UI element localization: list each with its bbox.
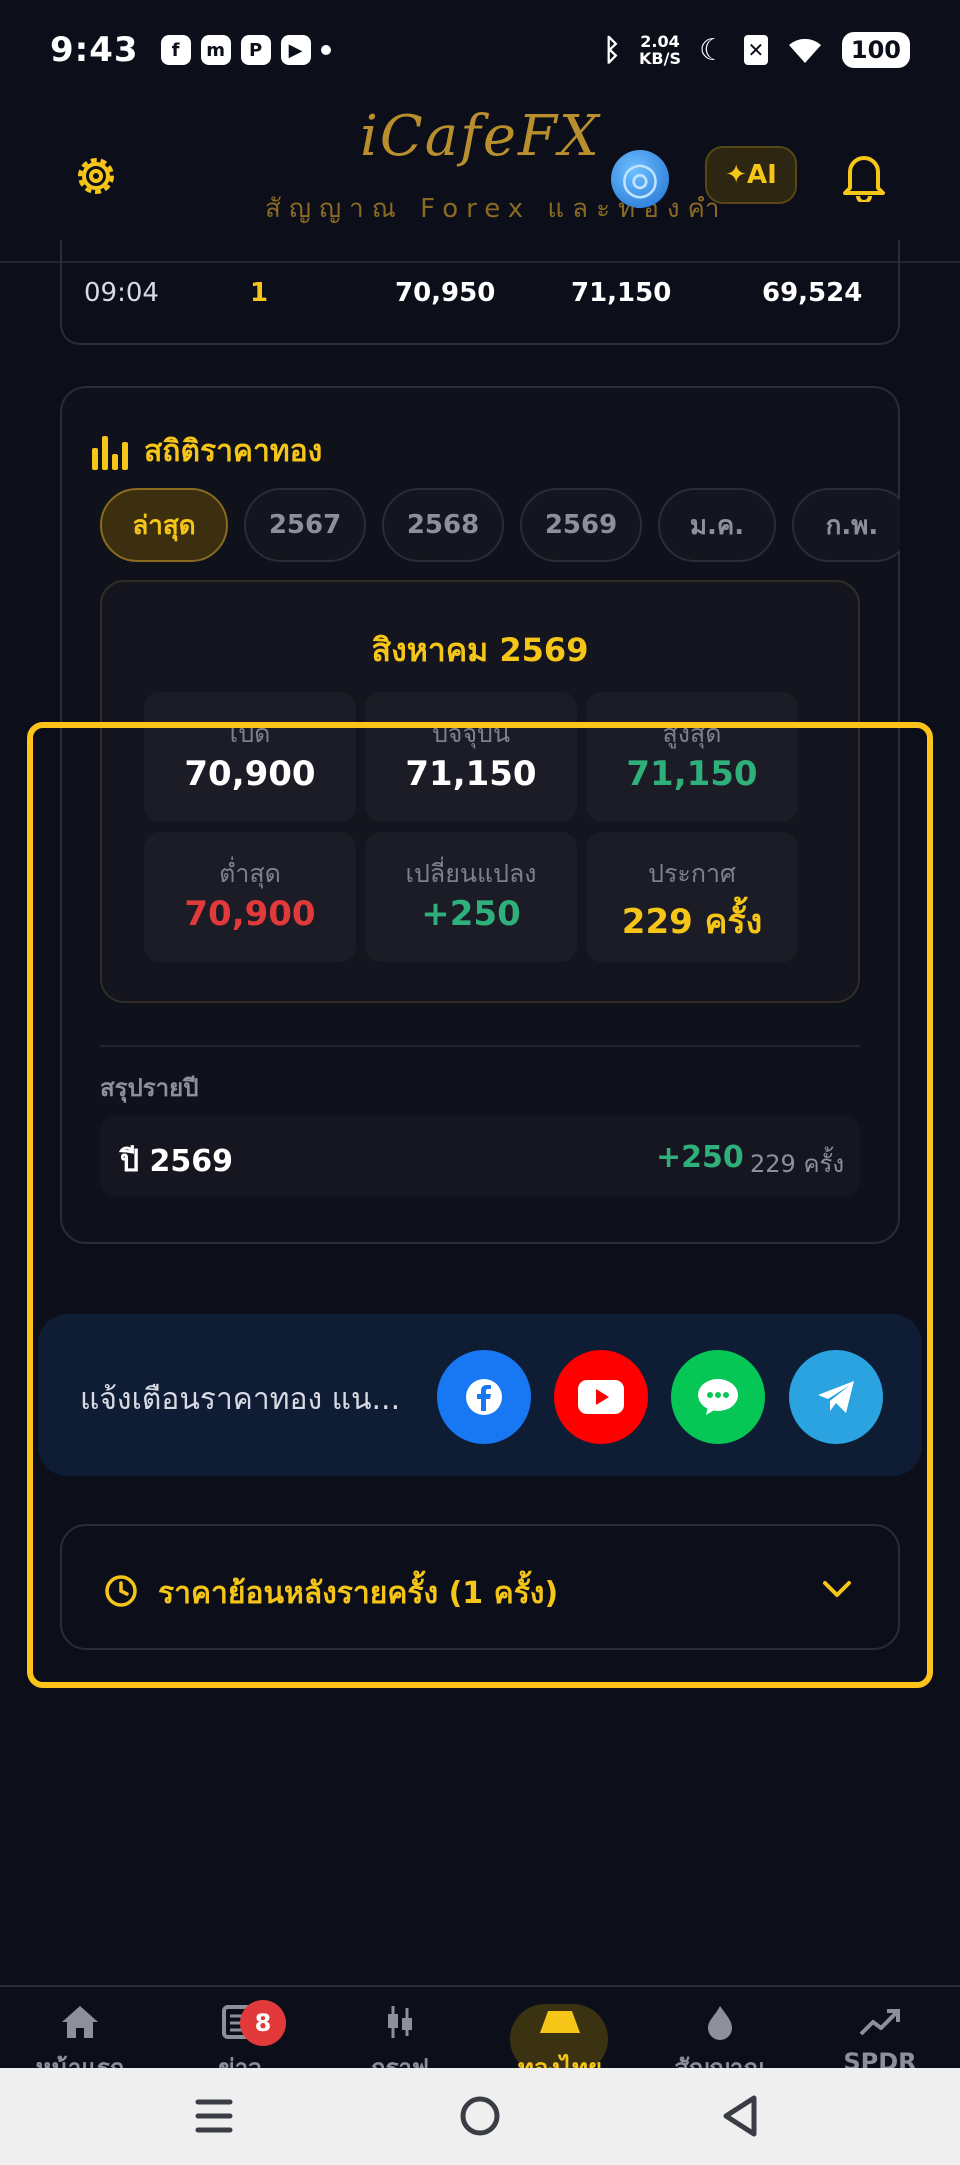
- network-speed: 2.04 KB/S: [639, 33, 681, 67]
- no-sim-icon: ✕: [743, 35, 768, 65]
- back-nav-icon[interactable]: [712, 2090, 772, 2142]
- stats-title-text: สถิติราคาทอง: [144, 434, 323, 469]
- highlight-frame: [27, 722, 933, 1688]
- language-globe-icon[interactable]: ◎: [611, 150, 669, 208]
- row-time: 09:04: [84, 278, 159, 308]
- notification-icons: f m P ▶: [160, 35, 331, 65]
- row-value-3: 69,524: [762, 278, 863, 308]
- wifi-icon: [788, 38, 821, 63]
- chip-feb[interactable]: ก.พ.: [792, 488, 900, 562]
- chip-2568[interactable]: 2568: [382, 488, 504, 562]
- messenger-icon: m: [200, 35, 231, 65]
- row-count: 1: [250, 278, 269, 308]
- month-title: สิงหาคม 2569: [371, 631, 589, 669]
- chip-2567[interactable]: 2567: [244, 488, 366, 562]
- status-time: 9:43: [50, 30, 139, 70]
- trend-up-icon: [859, 2009, 900, 2036]
- ai-button[interactable]: ✦AI: [705, 146, 797, 204]
- bar-chart-icon: [92, 434, 128, 470]
- flame-icon: [708, 2006, 732, 2040]
- status-right: ᛒ 2.04 KB/S ☾ ✕ 100: [603, 32, 910, 68]
- price-history-table-card: 09:04 1 70,950 71,150 69,524: [60, 240, 900, 345]
- gold-bar-icon: [540, 2011, 580, 2033]
- app-screen: 9:43 f m P ▶ ᛒ 2.04 KB/S ☾ ✕ 100 iCafeFX: [0, 0, 960, 2165]
- battery-indicator: 100: [841, 32, 910, 68]
- row-value-2: 71,150: [571, 278, 672, 308]
- app-header: iCafeFX สัญญาณ Forex และทองคำ ◎ ✦AI: [0, 100, 960, 263]
- moon-icon: ☾: [698, 32, 726, 68]
- chip-jan[interactable]: ม.ค.: [658, 488, 776, 562]
- home-icon: [62, 2006, 98, 2038]
- chip-latest[interactable]: ล่าสุด: [100, 488, 228, 562]
- more-dot-icon: [320, 45, 331, 55]
- bluetooth-icon: ᛒ: [603, 32, 622, 68]
- app-logo: iCafeFX: [360, 104, 601, 169]
- settings-gear-icon[interactable]: [72, 152, 120, 200]
- stats-title: สถิติราคาทอง: [92, 428, 322, 475]
- youtube-icon: ▶: [280, 35, 311, 65]
- notification-bell-icon[interactable]: [840, 148, 888, 202]
- home-nav-icon[interactable]: [450, 2090, 510, 2142]
- recent-apps-icon[interactable]: [184, 2090, 244, 2142]
- period-chips: ล่าสุด 2567 2568 2569 ม.ค. ก.พ.: [100, 488, 900, 564]
- app-icon: P: [240, 35, 271, 65]
- row-value-1: 70,950: [395, 278, 496, 308]
- status-bar: 9:43 f m P ▶ ᛒ 2.04 KB/S ☾ ✕ 100: [0, 0, 960, 100]
- tab-spdr[interactable]: SPDR: [800, 1998, 960, 2076]
- news-badge: 8: [240, 2000, 286, 2046]
- facebook-icon: f: [160, 35, 191, 65]
- speed-unit: KB/S: [639, 49, 681, 68]
- candlestick-chart-icon: [388, 2006, 412, 2038]
- chip-2569[interactable]: 2569: [520, 488, 642, 562]
